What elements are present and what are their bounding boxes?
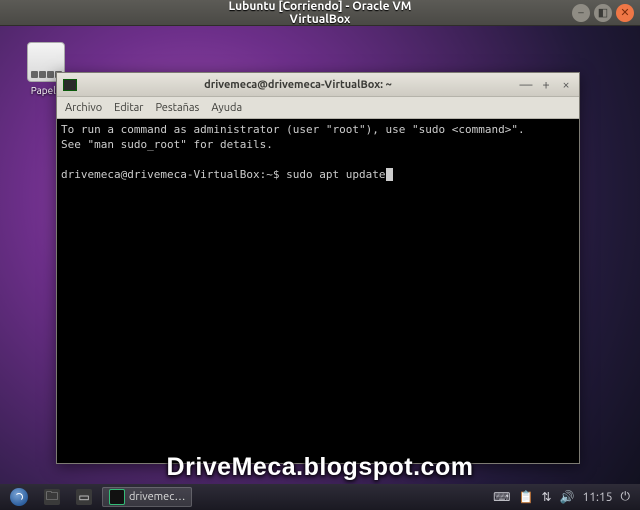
clipboard-icon[interactable]: 📋: [519, 490, 534, 504]
virtualbox-titlebar: Lubuntu [Corriendo] - Oracle VM VirtualB…: [0, 0, 640, 26]
show-desktop-button[interactable]: ▭: [70, 487, 98, 507]
terminal-line: See "man sudo_root" for details.: [61, 138, 273, 151]
folder-icon: 🗀: [44, 489, 60, 505]
terminal-title: drivemeca@drivemeca-VirtualBox: ~: [83, 79, 513, 91]
terminal-maximize-button[interactable]: +: [539, 78, 553, 92]
menu-ayuda[interactable]: Ayuda: [211, 102, 242, 114]
terminal-small-icon: [109, 489, 125, 505]
terminal-window: drivemeca@drivemeca-VirtualBox: ~ — + × …: [56, 72, 580, 464]
taskbar-item-label: drivemec…: [129, 491, 185, 503]
system-tray: ⌨ 📋 ⇅ 🔊 11:15 ⏻: [493, 490, 636, 504]
lubuntu-logo-icon: [10, 488, 28, 506]
desktop-icon: ▭: [76, 489, 92, 505]
volume-icon[interactable]: 🔊: [560, 490, 575, 504]
terminal-cursor: [386, 168, 393, 181]
network-icon[interactable]: ⇅: [541, 490, 551, 504]
terminal-prompt: drivemeca@drivemeca-VirtualBox:~$: [61, 168, 286, 181]
start-menu-button[interactable]: [4, 487, 34, 507]
clock[interactable]: 11:15: [582, 491, 612, 504]
menu-editar[interactable]: Editar: [114, 102, 143, 114]
taskbar-item-terminal[interactable]: drivemec…: [102, 487, 192, 507]
terminal-titlebar[interactable]: drivemeca@drivemeca-VirtualBox: ~ — + ×: [57, 73, 579, 97]
lubuntu-desktop[interactable]: Papele drivemeca@drivemeca-VirtualBox: ~…: [0, 26, 640, 510]
menu-pestanas[interactable]: Pestañas: [155, 102, 199, 114]
file-manager-button[interactable]: 🗀: [38, 487, 66, 507]
terminal-menubar: Archivo Editar Pestañas Ayuda: [57, 97, 579, 119]
minimize-button[interactable]: –: [572, 4, 590, 22]
terminal-body[interactable]: To run a command as administrator (user …: [57, 119, 579, 463]
close-button[interactable]: ✕: [616, 4, 634, 22]
keyboard-indicator-icon[interactable]: ⌨: [493, 490, 510, 504]
terminal-line: To run a command as administrator (user …: [61, 123, 525, 136]
terminal-minimize-button[interactable]: —: [519, 78, 533, 92]
maximize-button[interactable]: ◧: [594, 4, 612, 22]
virtualbox-window-title: Lubuntu [Corriendo] - Oracle VM VirtualB…: [215, 0, 424, 26]
menu-archivo[interactable]: Archivo: [65, 102, 102, 114]
terminal-icon: [63, 79, 77, 91]
watermark-text: DriveMeca.blogspot.com: [0, 453, 640, 482]
taskbar: 🗀 ▭ drivemec… ⌨ 📋 ⇅ 🔊 11:15 ⏻: [0, 484, 640, 510]
logout-icon[interactable]: ⏻: [621, 490, 631, 504]
terminal-close-button[interactable]: ×: [559, 78, 573, 92]
terminal-command: sudo apt update: [286, 168, 385, 181]
